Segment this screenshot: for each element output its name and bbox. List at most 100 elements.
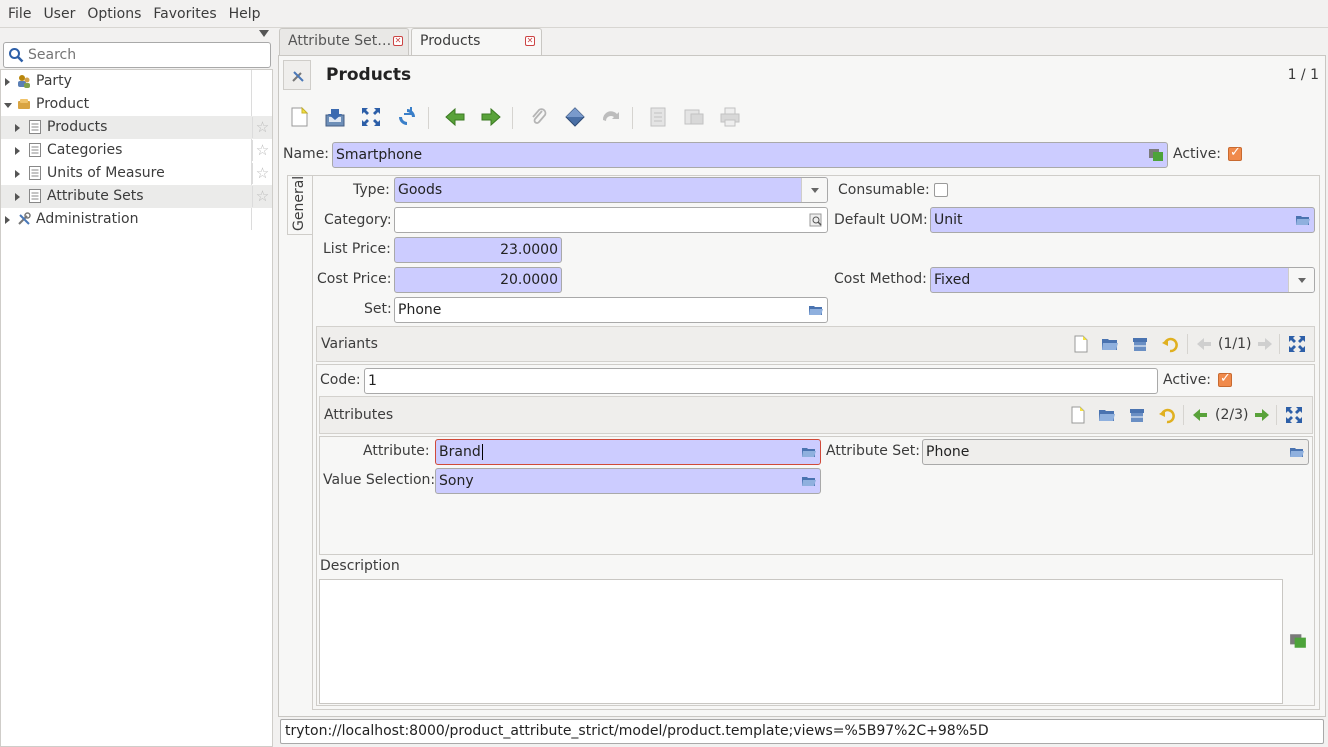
code-field[interactable]: 1	[364, 368, 1158, 394]
type-select[interactable]: Goods	[394, 177, 828, 203]
tree-item-label: Administration	[36, 211, 139, 227]
tree-item-product[interactable]: Product	[1, 93, 272, 116]
undo-icon[interactable]	[1161, 335, 1179, 353]
sidebar-menu-arrow-icon[interactable]	[259, 28, 269, 38]
variant-active-checkbox[interactable]	[1218, 371, 1232, 387]
favorite-star-icon[interactable]: ☆	[252, 163, 272, 184]
switch-view-icon[interactable]	[360, 106, 382, 128]
menu-favorites[interactable]: Favorites	[147, 0, 222, 28]
search-icon	[9, 48, 24, 63]
open-record-icon[interactable]	[801, 474, 817, 488]
next-arrow-icon[interactable]	[1256, 335, 1274, 353]
cost-price-label: Cost Price:	[317, 271, 392, 287]
description-textarea[interactable]	[319, 579, 1283, 704]
attachment-icon[interactable]	[528, 106, 550, 128]
tree-item-categories[interactable]: Categories ☆	[1, 139, 272, 162]
open-record-icon[interactable]	[1289, 445, 1305, 459]
default-uom-field[interactable]: Unit	[930, 207, 1315, 233]
menu-options[interactable]: Options	[81, 0, 147, 28]
active-checkbox[interactable]	[1228, 145, 1242, 161]
next-arrow-icon[interactable]	[1253, 406, 1271, 424]
expander-closed-icon[interactable]	[15, 147, 20, 155]
value-selection-field[interactable]: Sony	[435, 468, 821, 494]
delete-record-icon[interactable]	[1128, 406, 1146, 424]
favorite-star-icon[interactable]: ☆	[252, 186, 272, 207]
tree-item-products[interactable]: Products ☆	[1, 116, 272, 139]
next-arrow-icon[interactable]	[480, 106, 502, 128]
tab-general[interactable]: General	[287, 175, 313, 235]
tree-item-party[interactable]: Party	[1, 70, 272, 93]
cost-method-select[interactable]: Fixed	[930, 267, 1315, 293]
report-icon[interactable]	[647, 106, 669, 128]
save-icon[interactable]	[324, 106, 346, 128]
url-field[interactable]: tryton://localhost:8000/product_attribut…	[280, 719, 1324, 744]
relate-icon[interactable]	[600, 106, 622, 128]
tree-item-units-of-measure[interactable]: Units of Measure ☆	[1, 162, 272, 185]
attribute-set-value: Phone	[926, 444, 970, 460]
new-record-icon[interactable]	[1069, 406, 1087, 424]
expander-closed-icon[interactable]	[5, 78, 10, 86]
dropdown-arrow-icon[interactable]	[1288, 268, 1314, 292]
list-icon	[29, 120, 41, 134]
search-field[interactable]	[3, 42, 271, 68]
consumable-checkbox[interactable]	[934, 183, 948, 197]
tree-item-attribute-sets[interactable]: Attribute Sets ☆	[1, 185, 272, 208]
print-icon[interactable]	[719, 106, 741, 128]
cost-price-field[interactable]: 20.0000	[394, 267, 562, 293]
new-record-icon[interactable]	[1072, 335, 1090, 353]
menu-user[interactable]: User	[37, 0, 81, 28]
tree-item-administration[interactable]: Administration	[1, 208, 272, 231]
tab-attribute-set[interactable]: Attribute Set… ✕	[279, 28, 409, 55]
category-label: Category:	[324, 212, 392, 228]
default-uom-value: Unit	[934, 212, 963, 228]
value-selection-label: Value Selection:	[323, 472, 436, 488]
previous-arrow-icon[interactable]	[1191, 406, 1209, 424]
toolbar-separator	[1279, 334, 1280, 354]
attribute-set-field[interactable]: Phone	[922, 439, 1309, 465]
delete-record-icon[interactable]	[1131, 335, 1149, 353]
name-field[interactable]: Smartphone	[332, 142, 1168, 168]
new-record-icon[interactable]	[288, 106, 310, 128]
set-field[interactable]: Phone	[394, 297, 828, 323]
menu-file[interactable]: File	[2, 0, 37, 28]
tree-item-label: Product	[36, 96, 90, 112]
email-icon[interactable]	[683, 106, 705, 128]
dropdown-arrow-icon[interactable]	[801, 178, 827, 202]
tab-close-icon[interactable]: ✕	[393, 36, 403, 46]
translate-icon[interactable]	[1289, 633, 1307, 649]
expander-closed-icon[interactable]	[15, 124, 20, 132]
open-record-icon[interactable]	[1101, 335, 1119, 353]
translate-icon[interactable]	[1148, 148, 1164, 162]
toolbar-separator	[1183, 405, 1184, 425]
open-record-icon[interactable]	[808, 303, 824, 317]
favorite-star-icon[interactable]: ☆	[252, 117, 272, 138]
expander-closed-icon[interactable]	[15, 193, 20, 201]
switch-view-icon[interactable]	[1288, 335, 1306, 353]
open-record-icon[interactable]	[1098, 406, 1116, 424]
previous-arrow-icon[interactable]	[444, 106, 466, 128]
category-field[interactable]	[394, 207, 828, 233]
tab-products[interactable]: Products ✕	[411, 28, 542, 56]
favorite-star-icon[interactable]: ☆	[252, 140, 272, 161]
menu-help[interactable]: Help	[223, 0, 267, 28]
action-icon[interactable]	[564, 106, 586, 128]
search-record-icon[interactable]	[808, 213, 824, 227]
previous-arrow-icon[interactable]	[1195, 335, 1213, 353]
type-value: Goods	[398, 182, 443, 198]
undo-icon[interactable]	[1158, 406, 1176, 424]
url-value: tryton://localhost:8000/product_attribut…	[285, 723, 989, 739]
tab-close-icon[interactable]: ✕	[525, 36, 535, 46]
list-price-field[interactable]: 23.0000	[394, 237, 562, 263]
consumable-label: Consumable:	[838, 182, 930, 198]
attribute-field[interactable]: Brand	[435, 439, 821, 465]
expander-closed-icon[interactable]	[15, 170, 20, 178]
expander-open-icon[interactable]	[4, 103, 12, 108]
switch-view-icon[interactable]	[1285, 406, 1303, 424]
search-input[interactable]	[28, 47, 258, 63]
open-record-icon[interactable]	[801, 445, 817, 459]
value-selection-value: Sony	[439, 473, 474, 489]
expander-closed-icon[interactable]	[5, 216, 10, 224]
open-record-icon[interactable]	[1295, 213, 1311, 227]
reload-icon[interactable]	[396, 106, 418, 128]
list-price-label: List Price:	[323, 241, 391, 257]
